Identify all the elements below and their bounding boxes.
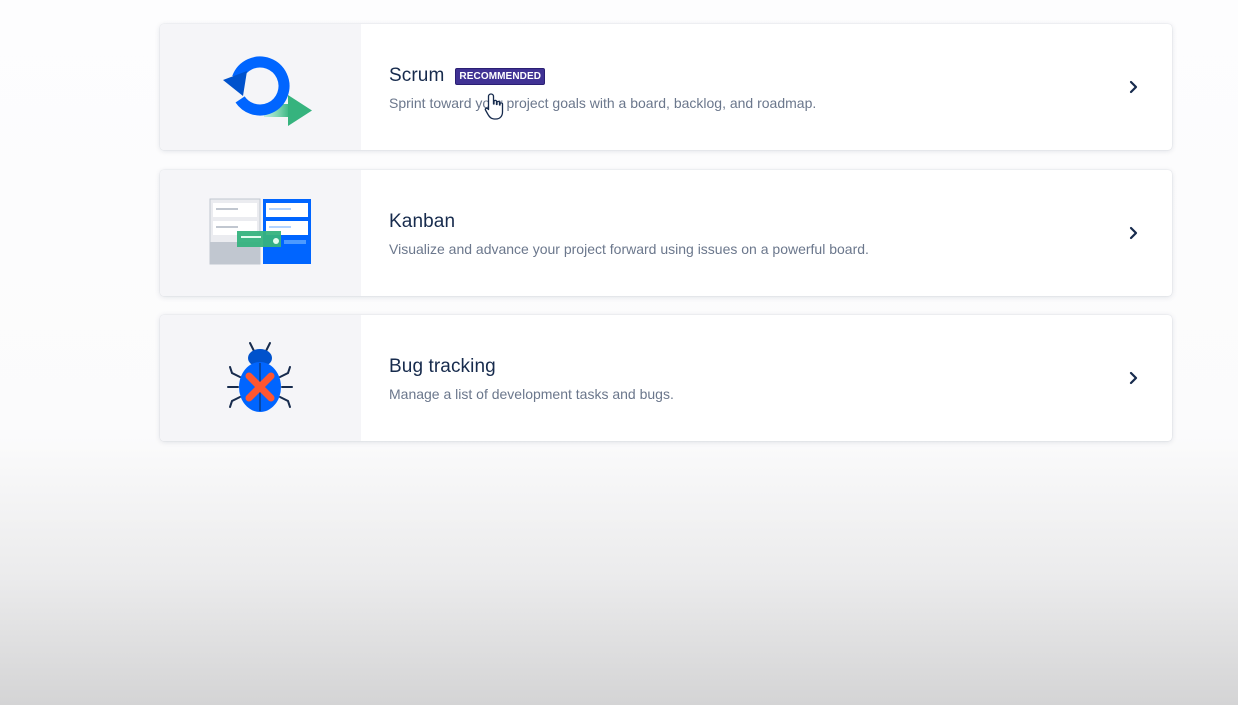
- bug-illustration: [160, 315, 361, 441]
- kanban-illustration: [160, 170, 361, 296]
- card-description: Sprint toward your project goals with a …: [389, 95, 817, 111]
- card-title: Scrum: [389, 65, 445, 86]
- card-description: Manage a list of development tasks and b…: [389, 386, 674, 402]
- card-description: Visualize and advance your project forwa…: [389, 241, 869, 257]
- recommended-badge: RECOMMENDED: [455, 67, 546, 85]
- bug-icon: [227, 342, 293, 412]
- template-card-scrum[interactable]: Scrum RECOMMENDED Sprint toward your pro…: [160, 24, 1172, 150]
- scrum-illustration: [160, 24, 361, 150]
- kanban-board-icon: [209, 198, 311, 265]
- chevron-right-icon: [1129, 371, 1138, 385]
- scrum-cycle-icon: [223, 56, 312, 126]
- card-title: Kanban: [389, 211, 456, 232]
- template-card-bug-tracking[interactable]: Bug tracking Manage a list of developmen…: [160, 315, 1172, 441]
- chevron-right-icon: [1129, 226, 1138, 240]
- chevron-right-icon: [1129, 80, 1138, 94]
- template-card-kanban[interactable]: Kanban Visualize and advance your projec…: [160, 170, 1172, 296]
- card-title: Bug tracking: [389, 356, 496, 377]
